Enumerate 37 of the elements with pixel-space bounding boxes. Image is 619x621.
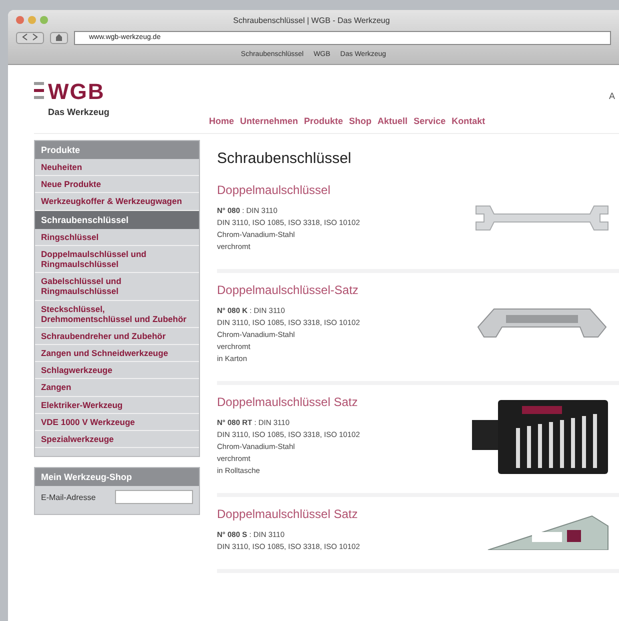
sidebar-link[interactable]: Elektriker-Werkzeug [35, 396, 199, 414]
window-title: Schraubenschlüssel | WGB - Das Werkzeug [232, 16, 391, 24]
sidebar-link[interactable]: Gabelschlüssel und Ringmaulschlüssel [35, 273, 199, 300]
sidebar-link[interactable]: Schraubendreher und Zubehör [35, 328, 199, 346]
page-heading: Schraubenschlüssel [217, 150, 352, 167]
header-text: A [608, 91, 615, 101]
field-label: E-Mail-Adresse [41, 492, 97, 502]
nav-link[interactable]: Produkte [304, 116, 344, 126]
sidebar-link[interactable]: Zangen [35, 379, 199, 397]
panel-title: Mein Werkzeug-Shop [35, 468, 199, 486]
nav-link[interactable]: Unternehmen [240, 116, 298, 126]
sidebar-link[interactable]: Doppelmaulschlüssel und Ringmaulschlüssel [35, 246, 199, 274]
sidebar-link[interactable]: VDE 1000 V Werkzeuge [35, 414, 199, 431]
sidebar-link[interactable]: Neuheiten [35, 159, 199, 176]
nav-link[interactable]: Home [209, 116, 234, 126]
home-icon[interactable] [50, 32, 68, 44]
sidebar-link[interactable]: Neue Produkte [35, 176, 199, 194]
product-title[interactable]: Doppelmaulschlüssel [217, 183, 360, 197]
nav-link[interactable]: Service [414, 116, 446, 126]
sidebar-link[interactable]: Schlagwerkzeuge [35, 362, 199, 380]
product-title[interactable]: Doppelmaulschlüssel Satz [217, 507, 360, 521]
sidebar-link[interactable]: Ringschlüssel [35, 228, 199, 246]
nav-link[interactable]: Kontakt [452, 116, 486, 126]
email-field[interactable] [115, 490, 193, 504]
product-title[interactable]: Doppelmaulschlüssel Satz [217, 395, 360, 409]
tagline: Das Werkzeug [48, 107, 110, 117]
nav-link[interactable]: Shop [349, 116, 372, 126]
sidebar-link[interactable]: Steckschlüssel, Drehmomentschlüssel und Zubehör [35, 300, 199, 328]
sidebar-link[interactable]: Spezialwerkzeuge [35, 431, 199, 448]
sidebar-heading[interactable]: Produkte [35, 141, 199, 159]
product-title[interactable]: Doppelmaulschlüssel-Satz [217, 283, 360, 297]
back-forward-icon[interactable] [16, 32, 44, 44]
sidebar-heading[interactable]: Schraubenschlüssel [35, 210, 199, 229]
nav-link[interactable]: Aktuell [378, 116, 408, 126]
sidebar-link[interactable]: Zangen und Schneidwerkzeuge [35, 345, 199, 362]
window-controls-icon[interactable] [16, 16, 48, 24]
logo-text: WGB [48, 81, 106, 103]
